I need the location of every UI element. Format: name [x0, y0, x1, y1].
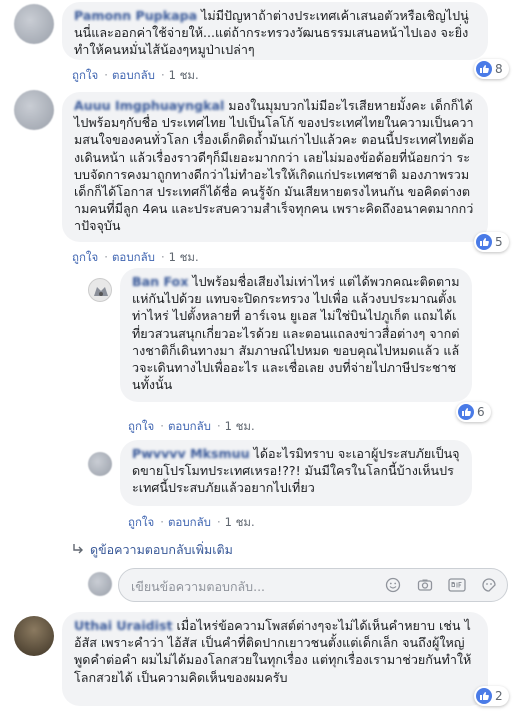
- fox-avatar-icon: [94, 287, 108, 296]
- reaction-count[interactable]: 6: [456, 402, 491, 422]
- more-replies-link[interactable]: ดูข้อความตอบกลับเพิ่มเติม: [72, 540, 233, 560]
- like-icon: [476, 234, 492, 250]
- avatar[interactable]: [88, 452, 112, 476]
- reply-actions: ถูกใจ · ตอบกลับ · 1 ชม.: [128, 515, 255, 529]
- reply-link[interactable]: ตอบกลับ: [168, 419, 211, 433]
- reply-author[interactable]: Pwvvvv Mksmuu: [132, 446, 250, 461]
- comment-bubble: Auuu Imgphuayngkal มองในมุมบวกไม่มีอะไรเส…: [62, 92, 488, 242]
- emoji-icon[interactable]: [383, 575, 403, 595]
- timestamp: 1 ชม.: [168, 250, 199, 264]
- reaction-number: 8: [495, 62, 503, 76]
- like-icon: [476, 61, 492, 77]
- reaction-number: 5: [495, 235, 503, 249]
- comment-bubble: Pamonn Pupkapa ไม่มีปัญหาถ้าต่างประเทศเค้…: [62, 2, 488, 60]
- comment-bubble: Uthai Uraidist เมื่อไหร่ข้อความโพสต์ต่างๆ…: [62, 612, 488, 706]
- reply-link[interactable]: ตอบกลับ: [168, 515, 211, 529]
- gif-icon[interactable]: [447, 575, 467, 595]
- timestamp: 1 ชม.: [224, 419, 255, 433]
- reply-bubble: Ban Fox ไปพร้อมชื่อเสียงไม่เท่าไหร่ แต่ได…: [120, 268, 472, 402]
- reply-placeholder: เขียนข้อความตอบกลับ...: [131, 579, 266, 594]
- comment-author[interactable]: Uthai Uraidist: [74, 618, 173, 633]
- like-link[interactable]: ถูกใจ: [72, 68, 98, 82]
- more-replies-label: ดูข้อความตอบกลับเพิ่มเติม: [90, 542, 233, 557]
- like-icon: [476, 688, 492, 704]
- reaction-number: 2: [495, 689, 503, 703]
- comment-actions: ถูกใจ · ตอบกลับ · 1 ชม.: [72, 250, 199, 264]
- reply-input[interactable]: เขียนข้อความตอบกลับ...: [118, 568, 508, 602]
- reply-text: ไปพร้อมชื่อเสียงไม่เท่าไหร่ แต่ได้พวกคณะ…: [132, 274, 460, 393]
- comment-author[interactable]: Pamonn Pupkapa: [74, 8, 197, 23]
- comment-actions: ถูกใจ · ตอบกลับ · 1 ชม.: [72, 68, 199, 82]
- camera-icon[interactable]: [415, 575, 435, 595]
- avatar[interactable]: [88, 278, 112, 302]
- timestamp: 1 ชม.: [224, 515, 255, 529]
- like-link[interactable]: ถูกใจ: [128, 419, 154, 433]
- avatar[interactable]: [14, 616, 54, 656]
- comment-author[interactable]: Auuu Imgphuayngkal: [74, 98, 224, 113]
- reply-link[interactable]: ตอบกลับ: [112, 68, 155, 82]
- reply-link[interactable]: ตอบกลับ: [112, 250, 155, 264]
- like-link[interactable]: ถูกใจ: [72, 250, 98, 264]
- reaction-count[interactable]: 5: [474, 232, 509, 252]
- reply-actions: ถูกใจ · ตอบกลับ · 1 ชม.: [128, 419, 255, 433]
- avatar[interactable]: [14, 4, 54, 44]
- sticker-icon[interactable]: [479, 575, 499, 595]
- like-icon: [458, 404, 474, 420]
- avatar: [88, 572, 112, 596]
- reaction-count[interactable]: 2: [474, 686, 509, 706]
- like-link[interactable]: ถูกใจ: [128, 515, 154, 529]
- reaction-count[interactable]: 8: [474, 59, 509, 79]
- avatar[interactable]: [14, 90, 54, 130]
- comment-text: มองในมุมบวกไม่มีอะไรเสียหายมั้งคะ เด็กก็…: [74, 98, 475, 234]
- timestamp: 1 ชม.: [168, 68, 199, 82]
- reply-bubble: Pwvvvv Mksmuu ได้อะไรมิทราบ จะเอาผู้ประสบ…: [120, 440, 472, 506]
- reply-arrow-icon: [72, 543, 84, 558]
- reply-author[interactable]: Ban Fox: [132, 274, 188, 289]
- reaction-number: 6: [477, 405, 485, 419]
